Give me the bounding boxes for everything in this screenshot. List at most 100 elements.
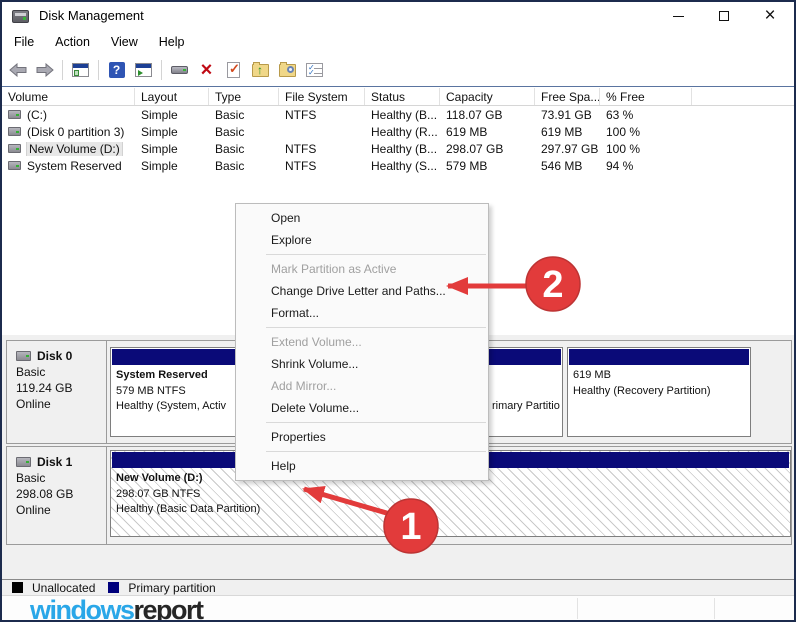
disk-management-window: Disk Management × File Action View Help … <box>0 0 796 622</box>
maximize-icon <box>719 11 729 21</box>
col-pctfree[interactable]: % Free <box>600 88 692 105</box>
task-list-button[interactable]: ✓✓ <box>305 61 324 80</box>
col-capacity[interactable]: Capacity <box>440 88 535 105</box>
partition-size: 619 MB <box>573 368 748 384</box>
cell-capacity: 118.07 GB <box>440 108 535 122</box>
minimize-button[interactable] <box>660 2 696 30</box>
document-check-icon: ✓ <box>227 62 240 78</box>
cell-free: 297.97 GB <box>535 142 600 156</box>
cell-type: Basic <box>209 142 279 156</box>
explore-button[interactable] <box>278 61 297 80</box>
menu-file[interactable]: File <box>14 35 34 49</box>
col-filesystem[interactable]: File System <box>279 88 365 105</box>
volume-row-new-volume-d[interactable]: New Volume (D:) Simple Basic NTFS Health… <box>2 140 794 157</box>
validate-button[interactable]: ✓ <box>224 61 243 80</box>
menu-separator <box>266 327 486 328</box>
cell-layout: Simple <box>135 108 209 122</box>
back-arrow-icon <box>9 63 27 77</box>
menu-separator <box>266 451 486 452</box>
cell-layout: Simple <box>135 159 209 173</box>
menu-item-delete-volume[interactable]: Delete Volume... <box>236 397 488 419</box>
volume-icon <box>8 127 21 136</box>
help-button[interactable]: ? <box>107 61 126 80</box>
disk0-state: Online <box>16 396 106 412</box>
device-button[interactable] <box>170 61 189 80</box>
partition-recovery[interactable]: 619 MB Healthy (Recovery Partition) <box>567 347 751 437</box>
partition-status: Healthy (Basic Data Partition) <box>116 502 788 518</box>
col-volume[interactable]: Volume <box>2 88 135 105</box>
cell-layout: Simple <box>135 142 209 156</box>
menu-item-shrink-volume[interactable]: Shrink Volume... <box>236 353 488 375</box>
disk-icon <box>16 457 31 467</box>
cell-fs: NTFS <box>279 159 365 173</box>
unallocated-swatch <box>12 582 23 593</box>
disk1-state: Online <box>16 502 106 518</box>
volume-icon <box>8 161 21 170</box>
back-button[interactable] <box>8 61 27 80</box>
statusbar-separator <box>577 598 578 619</box>
volume-row-system-reserved[interactable]: System Reserved Simple Basic NTFS Health… <box>2 157 794 174</box>
menu-item-explore[interactable]: Explore <box>236 229 488 251</box>
cell-pct: 94 % <box>600 159 692 173</box>
delete-button[interactable]: × <box>197 61 216 80</box>
forward-button[interactable] <box>35 61 54 80</box>
menu-help[interactable]: Help <box>159 35 185 49</box>
open-button[interactable]: ↑ <box>251 61 270 80</box>
legend-bar: Unallocated Primary partition <box>2 579 794 595</box>
volume-name: (Disk 0 partition 3) <box>27 125 124 139</box>
device-icon <box>171 66 188 74</box>
disk1-label[interactable]: Disk 1 Basic 298.08 GB Online <box>7 447 107 544</box>
volume-icon <box>8 110 21 119</box>
menu-bar: File Action View Help <box>2 30 794 54</box>
disk0-label[interactable]: Disk 0 Basic 119.24 GB Online <box>7 341 107 443</box>
volume-icon <box>8 144 21 153</box>
menu-item-help[interactable]: Help <box>236 455 488 477</box>
legend-primary-partition-label: Primary partition <box>128 581 215 595</box>
partition-color-bar <box>569 349 749 365</box>
disk0-name: Disk 0 <box>37 348 72 364</box>
statusbar-separator <box>714 598 715 619</box>
forward-arrow-icon <box>36 63 54 77</box>
volume-list-header: Volume Layout Type File System Status Ca… <box>2 88 794 106</box>
menu-item-mark-partition-active: Mark Partition as Active <box>236 258 488 280</box>
volume-row-c[interactable]: (C:) Simple Basic NTFS Healthy (B... 118… <box>2 106 794 123</box>
col-type[interactable]: Type <box>209 88 279 105</box>
toolbar-separator <box>62 60 63 80</box>
menu-item-properties[interactable]: Properties <box>236 426 488 448</box>
menu-item-format[interactable]: Format... <box>236 302 488 324</box>
close-button[interactable]: × <box>752 2 788 30</box>
show-console-tree-button[interactable] <box>71 61 90 80</box>
cell-status: Healthy (R... <box>365 125 440 139</box>
toolbar-separator <box>161 60 162 80</box>
menu-item-extend-volume: Extend Volume... <box>236 331 488 353</box>
logo-windows: windows <box>30 595 134 622</box>
cell-status: Healthy (S... <box>365 159 440 173</box>
volume-name: System Reserved <box>27 159 122 173</box>
partition-c-visible-text: rimary Partitio <box>492 400 562 412</box>
menu-item-add-mirror: Add Mirror... <box>236 375 488 397</box>
primary-partition-swatch <box>108 582 119 593</box>
status-bar: windowsreport <box>2 595 794 621</box>
cell-pct: 100 % <box>600 142 692 156</box>
minimize-icon <box>673 16 684 17</box>
menu-action[interactable]: Action <box>55 35 90 49</box>
col-layout[interactable]: Layout <box>135 88 209 105</box>
volume-name: (C:) <box>27 108 47 122</box>
help-icon: ? <box>109 62 125 78</box>
disk0-size: 119.24 GB <box>16 380 106 396</box>
disk0-kind: Basic <box>16 364 106 380</box>
cell-free: 73.91 GB <box>535 108 600 122</box>
menu-item-change-drive-letter[interactable]: Change Drive Letter and Paths... <box>236 280 488 302</box>
menu-view[interactable]: View <box>111 35 138 49</box>
partition-status: Healthy (Recovery Partition) <box>573 384 748 400</box>
cell-capacity: 298.07 GB <box>440 142 535 156</box>
cell-capacity: 579 MB <box>440 159 535 173</box>
show-action-pane-button[interactable] <box>134 61 153 80</box>
col-freespace[interactable]: Free Spa... <box>535 88 600 105</box>
menu-item-open[interactable]: Open <box>236 207 488 229</box>
task-list-icon: ✓✓ <box>306 63 323 77</box>
maximize-button[interactable] <box>706 2 742 30</box>
volume-row-disk0p3[interactable]: (Disk 0 partition 3) Simple Basic Health… <box>2 123 794 140</box>
cell-pct: 63 % <box>600 108 692 122</box>
col-status[interactable]: Status <box>365 88 440 105</box>
